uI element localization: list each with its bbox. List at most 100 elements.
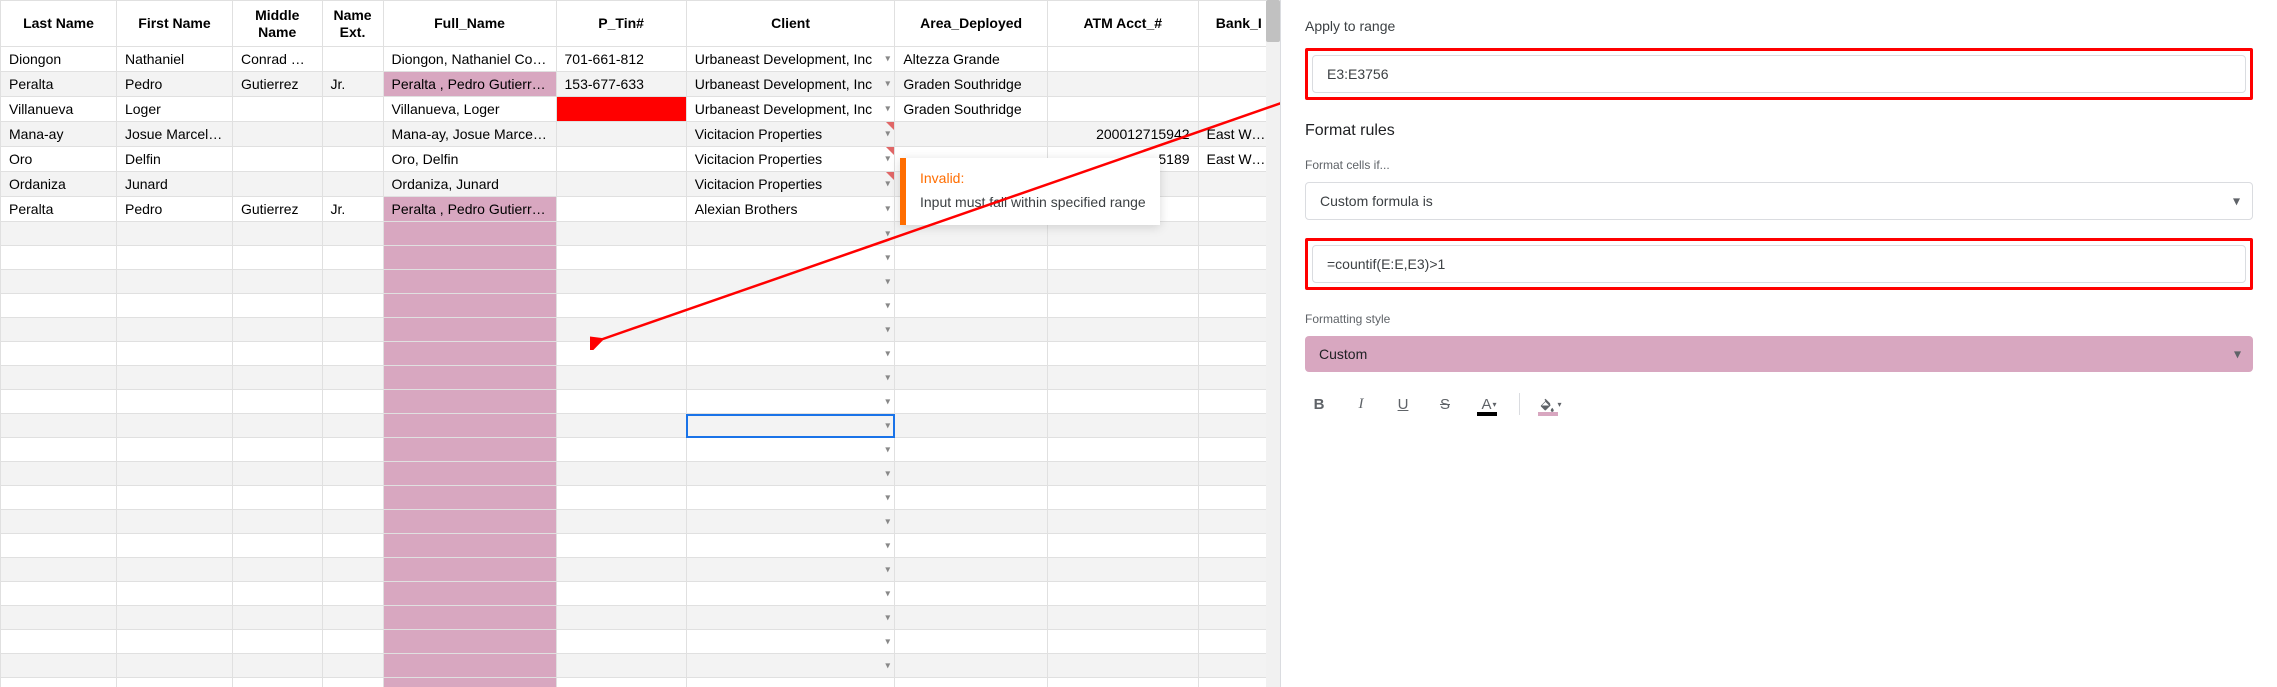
cell[interactable]: ▾	[686, 462, 895, 486]
cell-area-deployed[interactable]: Graden Southridge	[895, 72, 1048, 97]
cell[interactable]	[895, 390, 1048, 414]
cell[interactable]	[232, 510, 322, 534]
dropdown-arrow-icon[interactable]: ▾	[885, 276, 890, 287]
cell[interactable]	[895, 582, 1048, 606]
cell[interactable]	[116, 462, 232, 486]
cell[interactable]	[383, 630, 556, 654]
cell[interactable]	[383, 222, 556, 246]
cell-first-name[interactable]: Pedro	[116, 197, 232, 222]
cell[interactable]	[322, 606, 383, 630]
dropdown-arrow-icon[interactable]: ▾	[885, 636, 890, 647]
cell[interactable]	[383, 390, 556, 414]
cell[interactable]	[116, 414, 232, 438]
cell[interactable]	[383, 270, 556, 294]
cell[interactable]	[1, 606, 117, 630]
cell[interactable]	[232, 534, 322, 558]
cell[interactable]	[116, 606, 232, 630]
cell[interactable]	[116, 654, 232, 678]
cell[interactable]	[556, 486, 686, 510]
cell-p-tin[interactable]	[556, 172, 686, 197]
cell[interactable]	[1, 510, 117, 534]
cell[interactable]	[556, 534, 686, 558]
cell[interactable]	[1, 558, 117, 582]
cell[interactable]	[232, 318, 322, 342]
cell[interactable]	[556, 462, 686, 486]
cell[interactable]	[556, 270, 686, 294]
col-last-name[interactable]: Last Name	[1, 1, 117, 47]
style-preview[interactable]: Custom ▾	[1305, 336, 2253, 372]
cell-middle-name[interactable]: Conrad Bulaclac	[232, 47, 322, 72]
cell-first-name[interactable]: Junard	[116, 172, 232, 197]
cell[interactable]	[556, 294, 686, 318]
cell-atm-acct[interactable]: 200012715942	[1047, 122, 1198, 147]
cell-client[interactable]: Urbaneast Development, Inc▾	[686, 97, 895, 122]
cell[interactable]: ▾	[686, 270, 895, 294]
dropdown-arrow-icon[interactable]: ▾	[885, 54, 890, 65]
bold-button[interactable]: B	[1305, 390, 1333, 418]
formula-input[interactable]: =countif(E:E,E3)>1	[1312, 245, 2246, 283]
cell-p-tin[interactable]	[556, 97, 686, 122]
cell-full-name[interactable]: Peralta , Pedro Gutierrez Jr	[383, 72, 556, 97]
cell[interactable]: ▾	[686, 630, 895, 654]
underline-button[interactable]: U	[1389, 390, 1417, 418]
dropdown-arrow-icon[interactable]: ▾	[885, 79, 890, 90]
cell[interactable]	[1, 486, 117, 510]
cell[interactable]	[383, 462, 556, 486]
cell[interactable]	[322, 654, 383, 678]
cell[interactable]	[116, 678, 232, 687]
cell[interactable]	[383, 414, 556, 438]
cell-middle-name[interactable]: Gutierrez	[232, 197, 322, 222]
cell[interactable]	[383, 438, 556, 462]
cell[interactable]	[232, 486, 322, 510]
cell-area-deployed[interactable]: Altezza Grande	[895, 47, 1048, 72]
cell-full-name[interactable]: Villanueva, Loger	[383, 97, 556, 122]
col-atm-acct[interactable]: ATM Acct_#	[1047, 1, 1198, 47]
cell[interactable]	[1, 534, 117, 558]
cell[interactable]	[1, 246, 117, 270]
cell-first-name[interactable]: Loger	[116, 97, 232, 122]
cell-client[interactable]: Vicitacion Properties▾	[686, 147, 895, 172]
apply-to-range-input[interactable]: E3:E3756	[1312, 55, 2246, 93]
cell[interactable]: ▾	[686, 318, 895, 342]
cell-client[interactable]: Vicitacion Properties▾	[686, 122, 895, 147]
cell[interactable]	[556, 318, 686, 342]
cell[interactable]: ▾	[686, 606, 895, 630]
cell[interactable]	[556, 558, 686, 582]
cell[interactable]	[383, 534, 556, 558]
cell[interactable]	[116, 270, 232, 294]
cell[interactable]	[1047, 246, 1198, 270]
cell[interactable]	[895, 270, 1048, 294]
cell-last-name[interactable]: Villanueva	[1, 97, 117, 122]
cell-name-ext[interactable]	[322, 147, 383, 172]
cell[interactable]	[232, 390, 322, 414]
dropdown-arrow-icon[interactable]: ▾	[885, 540, 890, 551]
cell-name-ext[interactable]: Jr.	[322, 197, 383, 222]
cell[interactable]	[232, 342, 322, 366]
cell[interactable]: ▾	[686, 534, 895, 558]
cell[interactable]	[322, 270, 383, 294]
cell[interactable]	[895, 486, 1048, 510]
cell[interactable]	[895, 366, 1048, 390]
cell[interactable]	[1, 270, 117, 294]
cell[interactable]	[1047, 462, 1198, 486]
cell[interactable]	[556, 654, 686, 678]
cell[interactable]	[556, 678, 686, 687]
cell[interactable]	[322, 438, 383, 462]
cell-full-name[interactable]: Mana-ay, Josue Marcelino	[383, 122, 556, 147]
col-full-name[interactable]: Full_Name	[383, 1, 556, 47]
cell[interactable]	[322, 582, 383, 606]
cell[interactable]	[116, 366, 232, 390]
cell[interactable]	[322, 318, 383, 342]
cell-middle-name[interactable]	[232, 122, 322, 147]
cell[interactable]	[895, 246, 1048, 270]
cell-client[interactable]: Urbaneast Development, Inc▾	[686, 72, 895, 97]
cell[interactable]	[1, 582, 117, 606]
cell-p-tin[interactable]: 153-677-633	[556, 72, 686, 97]
cell[interactable]: ▾	[686, 366, 895, 390]
cell-atm-acct[interactable]	[1047, 47, 1198, 72]
dropdown-arrow-icon[interactable]: ▾	[885, 420, 890, 431]
dropdown-arrow-icon[interactable]: ▾	[885, 228, 890, 239]
cell[interactable]	[322, 558, 383, 582]
cell[interactable]	[232, 606, 322, 630]
dropdown-arrow-icon[interactable]: ▾	[885, 588, 890, 599]
